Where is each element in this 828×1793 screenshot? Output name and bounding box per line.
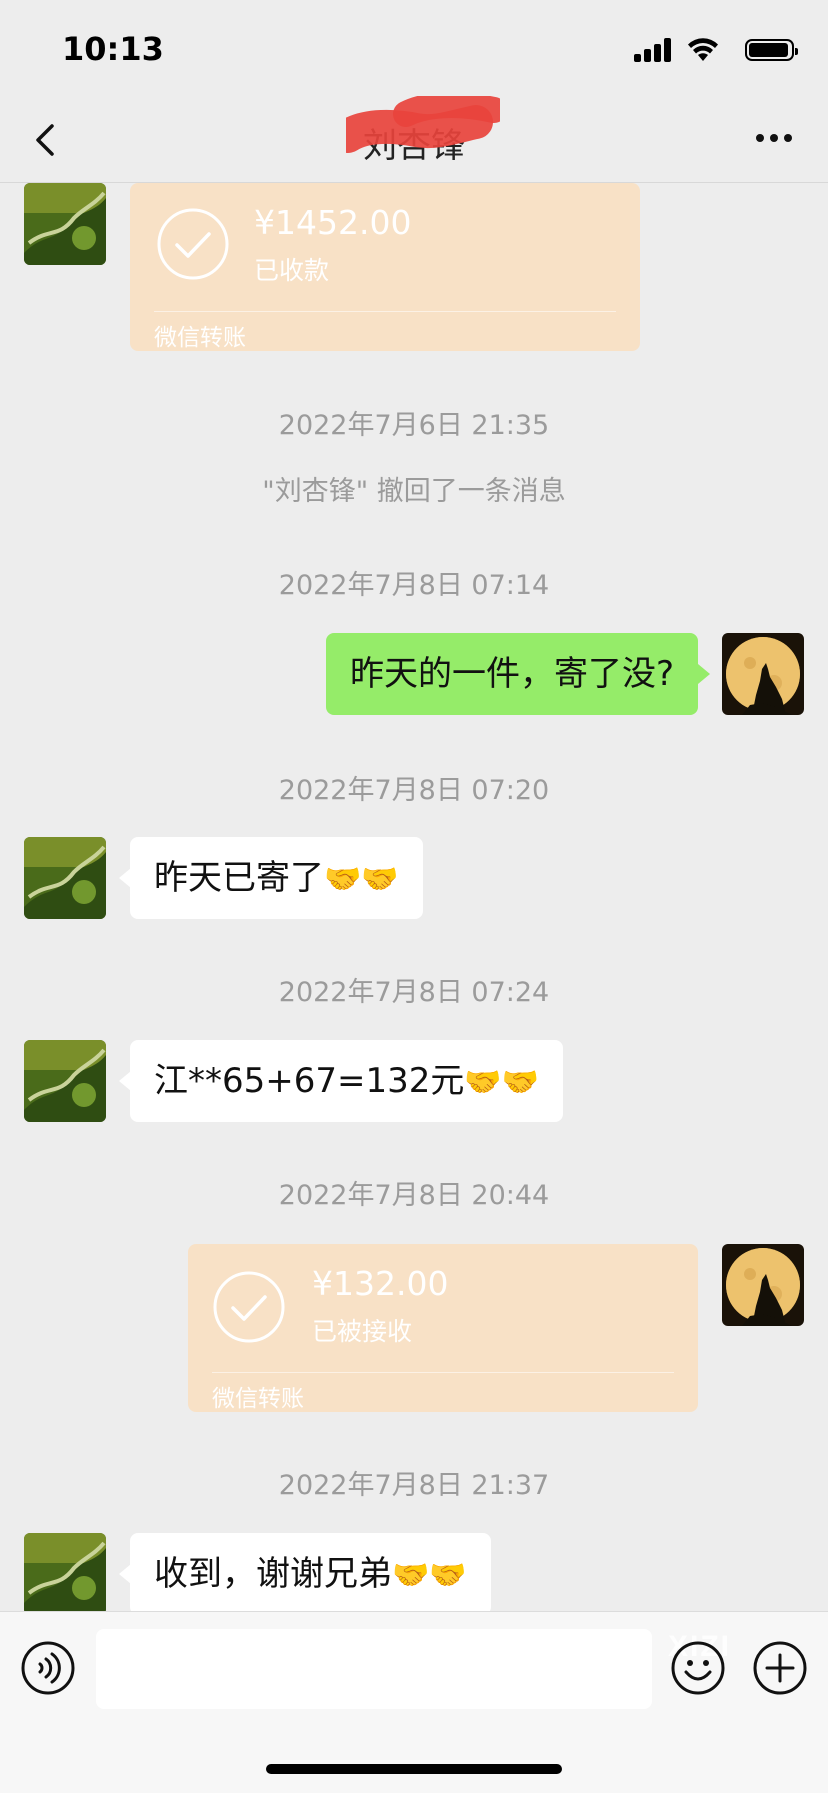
self-avatar[interactable]	[722, 1244, 804, 1326]
transfer-card[interactable]: ¥132.00 已被接收 微信转账	[188, 1244, 698, 1412]
check-circle-icon	[213, 1271, 285, 1343]
message-timestamp: 2022年7月8日 07:24	[278, 977, 550, 1008]
message-text: 江**65+67=132元	[154, 1061, 465, 1101]
more-dots-icon[interactable]	[754, 132, 794, 144]
message-input[interactable]	[96, 1629, 652, 1709]
emoji-icon[interactable]	[670, 1640, 726, 1696]
transfer-divider	[212, 1372, 674, 1373]
message-text: 昨天的一件，寄了没?	[349, 654, 674, 694]
incoming-message[interactable]: 收到，谢谢兄弟🤝🤝	[130, 1533, 491, 1611]
handshake-emoji: 🤝🤝	[392, 1558, 467, 1593]
status-icons	[634, 38, 798, 64]
plus-icon[interactable]	[752, 1640, 808, 1696]
transfer-status: 已收款	[254, 256, 330, 285]
contact-avatar[interactable]	[24, 1533, 106, 1611]
transfer-amount: ¥1452.00	[254, 203, 412, 242]
contact-avatar[interactable]	[24, 837, 106, 919]
message-timestamp: 2022年7月8日 07:14	[278, 570, 550, 601]
transfer-divider	[154, 311, 616, 312]
message-timestamp: 2022年7月8日 20:44	[278, 1180, 550, 1211]
self-avatar[interactable]	[722, 633, 804, 715]
message-text: 收到，谢谢兄弟	[154, 1554, 392, 1594]
transfer-label: 微信转账	[212, 1386, 304, 1412]
transfer-label: 微信转账	[154, 325, 246, 351]
redaction-scribble	[346, 96, 500, 153]
incoming-message[interactable]: 江**65+67=132元🤝🤝	[130, 1040, 564, 1122]
battery-icon	[745, 39, 798, 61]
handshake-emoji: 🤝🤝	[324, 862, 399, 897]
transfer-amount: ¥132.00	[312, 1264, 449, 1303]
transfer-status: 已被接收	[312, 1317, 413, 1346]
incoming-message[interactable]: 昨天已寄了🤝🤝	[130, 837, 423, 919]
bubble-tail	[698, 664, 710, 684]
wifi-icon	[688, 38, 718, 61]
home-indicator[interactable]	[266, 1764, 562, 1774]
chat-message-list[interactable]: ¥1452.00 已收款 微信转账 2022年7月6日 21:35 "刘杏锋" …	[0, 183, 828, 1611]
message-timestamp: 2022年7月8日 21:37	[278, 1470, 550, 1501]
handshake-emoji: 🤝🤝	[464, 1065, 540, 1100]
recall-notice: "刘杏锋" 撤回了一条消息	[262, 476, 566, 507]
message-timestamp: 2022年7月8日 07:20	[278, 775, 550, 806]
status-time: 10:13	[62, 30, 164, 68]
outgoing-message[interactable]: 昨天的一件，寄了没?	[325, 633, 698, 715]
contact-avatar[interactable]	[24, 1040, 106, 1122]
check-circle-icon	[157, 208, 229, 280]
message-text: 昨天已寄了	[154, 858, 324, 898]
message-timestamp: 2022年7月6日 21:35	[278, 410, 550, 441]
voice-icon[interactable]	[20, 1640, 76, 1696]
signal-icon	[634, 38, 671, 62]
transfer-card[interactable]: ¥1452.00 已收款 微信转账	[130, 183, 640, 351]
status-bar: 10:13	[0, 0, 828, 98]
contact-avatar[interactable]	[24, 183, 106, 265]
